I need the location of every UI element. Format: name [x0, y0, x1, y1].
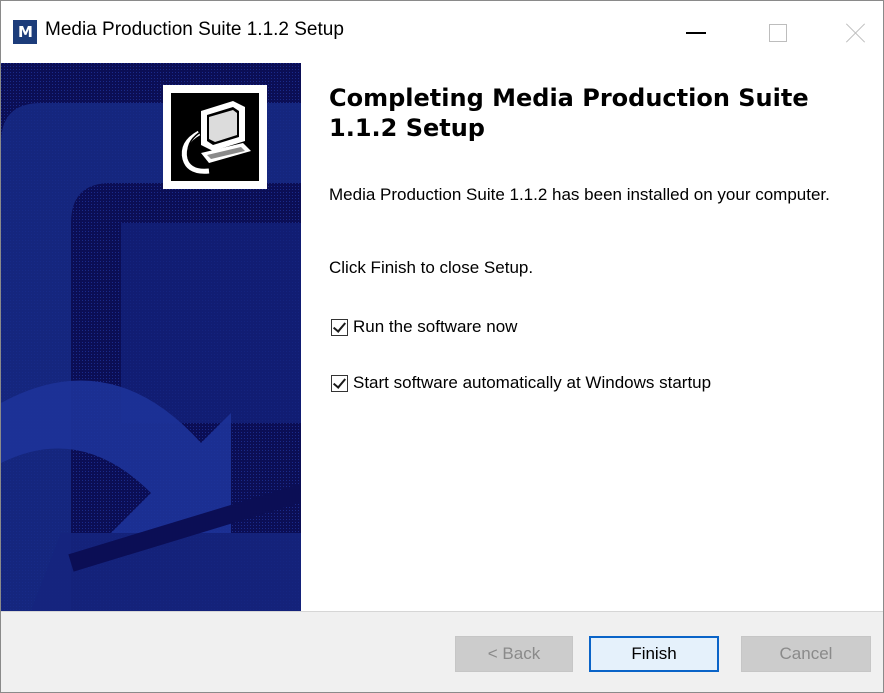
close-icon — [846, 23, 866, 43]
minimize-icon — [686, 32, 706, 34]
run-software-label[interactable]: Run the software now — [353, 317, 517, 337]
minimize-button[interactable] — [667, 11, 725, 55]
title-bar[interactable]: M Media Production Suite 1.1.2 Setup — [1, 1, 883, 63]
wizard-banner — [1, 63, 301, 611]
button-bar: < Back Finish Cancel — [1, 611, 883, 692]
autostart-checkbox[interactable] — [331, 374, 348, 392]
run-software-option[interactable]: Run the software now — [331, 317, 517, 337]
computer-install-icon — [163, 85, 267, 189]
install-complete-text: Media Production Suite 1.1.2 has been in… — [329, 185, 830, 204]
installer-window: M Media Production Suite 1.1.2 Setup Com… — [0, 0, 884, 693]
maximize-button — [749, 11, 807, 55]
maximize-icon — [769, 24, 787, 42]
close-button — [827, 11, 883, 55]
run-software-checkbox[interactable] — [331, 318, 348, 336]
window-title: Media Production Suite 1.1.2 Setup — [45, 19, 344, 40]
wizard-content: Completing Media Production Suite 1.1.2 … — [301, 63, 883, 611]
finish-instruction-text: Click Finish to close Setup. — [329, 258, 534, 277]
finish-button[interactable]: Finish — [589, 636, 719, 672]
autostart-option[interactable]: Start software automatically at Windows … — [331, 373, 711, 393]
checkmark-icon — [332, 374, 347, 389]
app-logo-icon: M — [13, 20, 37, 44]
back-button: < Back — [455, 636, 573, 672]
cancel-button: Cancel — [741, 636, 871, 672]
checkmark-icon — [332, 318, 347, 333]
page-title: Completing Media Production Suite 1.1.2 … — [329, 84, 809, 142]
autostart-label[interactable]: Start software automatically at Windows … — [353, 373, 711, 393]
